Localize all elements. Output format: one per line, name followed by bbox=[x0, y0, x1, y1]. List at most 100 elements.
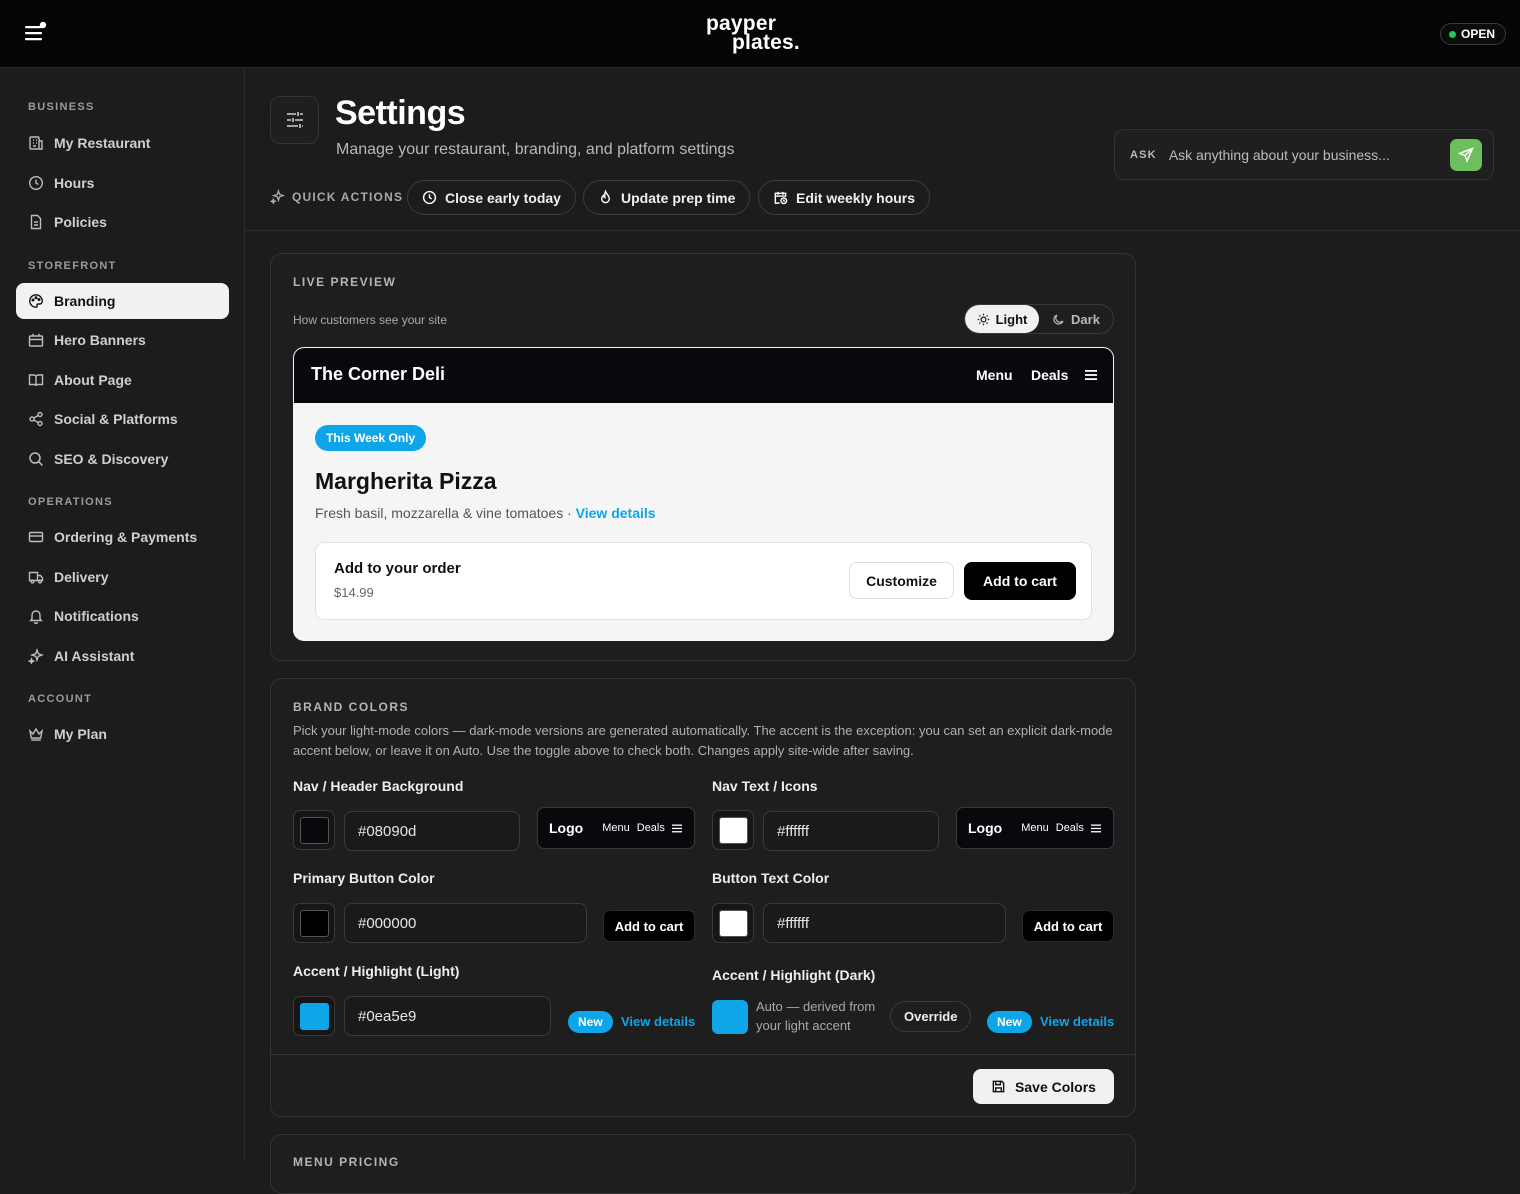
sidebar-item-ordering-payments[interactable]: Ordering & Payments bbox=[16, 519, 229, 555]
menu-pricing-title: MENU PRICING bbox=[293, 1155, 400, 1169]
menu-icon[interactable] bbox=[22, 20, 50, 46]
status-badge[interactable]: OPEN bbox=[1440, 23, 1507, 45]
sparkles-icon bbox=[270, 189, 285, 204]
top-bar: payper plates. OPEN bbox=[0, 0, 1520, 68]
sidebar-item-policies[interactable]: Policies bbox=[16, 204, 229, 240]
sidebar-item-delivery[interactable]: Delivery bbox=[16, 559, 229, 595]
bell-icon bbox=[28, 608, 44, 624]
close-early-today-button[interactable]: Close early today bbox=[407, 180, 576, 215]
sidebar-item-about-page[interactable]: About Page bbox=[16, 362, 229, 398]
search-icon bbox=[28, 451, 44, 467]
button-text-swatch[interactable] bbox=[712, 903, 754, 943]
palette-icon bbox=[28, 293, 44, 309]
brand-colors-title: BRAND COLORS bbox=[293, 700, 409, 714]
sidebar-section-account: ACCOUNT bbox=[28, 693, 93, 705]
edit-weekly-hours-button[interactable]: Edit weekly hours bbox=[758, 180, 931, 215]
page-title: Settings bbox=[335, 94, 466, 132]
sidebar-item-ai-assistant[interactable]: AI Assistant bbox=[16, 638, 229, 674]
preview-add-to-cart-button[interactable]: Add to cart bbox=[964, 562, 1076, 600]
preview-badge: This Week Only bbox=[315, 425, 427, 451]
flame-icon bbox=[598, 190, 613, 205]
preview-customize-button[interactable]: Customize bbox=[849, 562, 954, 599]
brand-colors-description: Pick your light-mode colors — dark-mode … bbox=[293, 723, 1113, 758]
primary-button-preview[interactable]: Add to cart bbox=[603, 910, 695, 942]
brand-colors-card: BRAND COLORS Pick your light-mode colors… bbox=[270, 678, 1136, 1117]
sidebar-item-my-plan[interactable]: My Plan bbox=[16, 716, 229, 752]
primary-button-hex-input[interactable] bbox=[344, 903, 587, 943]
sidebar-section-storefront: STOREFRONT bbox=[28, 260, 117, 272]
hamburger-icon[interactable] bbox=[1084, 369, 1098, 381]
sun-icon bbox=[977, 313, 990, 326]
hamburger-icon bbox=[1090, 824, 1101, 833]
nav-text-swatch[interactable] bbox=[712, 810, 754, 850]
accent-light-view-details-link[interactable]: View details bbox=[621, 1014, 695, 1029]
live-preview-caption: How customers see your site bbox=[293, 313, 448, 327]
card-divider bbox=[271, 1054, 1135, 1055]
button-text-hex-input[interactable] bbox=[763, 903, 1006, 943]
accent-dark-label: Accent / Highlight (Dark) bbox=[712, 967, 876, 983]
live-preview-card: LIVE PREVIEW How customers see your site… bbox=[270, 253, 1136, 661]
primary-button-swatch[interactable] bbox=[293, 903, 335, 943]
preview-item-description: Fresh basil, mozzarella & vine tomatoes … bbox=[315, 505, 656, 521]
ask-label: ASK bbox=[1130, 148, 1157, 161]
sidebar-item-social-platforms[interactable]: Social & Platforms bbox=[16, 401, 229, 437]
button-text-preview[interactable]: Add to cart bbox=[1022, 910, 1114, 942]
hamburger-icon bbox=[671, 824, 682, 833]
calendar-clock-icon bbox=[773, 190, 788, 205]
preview-order-price: $14.99 bbox=[334, 585, 374, 600]
accent-dark-swatch bbox=[712, 1000, 748, 1034]
nav-text-mini-preview: Logo Menu Deals bbox=[956, 807, 1114, 849]
preview-nav: The Corner Deli Menu Deals bbox=[294, 348, 1113, 403]
preview-nav-deals[interactable]: Deals bbox=[1031, 367, 1068, 383]
ask-bar: ASK bbox=[1114, 129, 1494, 180]
nav-text-label: Nav Text / Icons bbox=[712, 778, 818, 794]
clock-icon bbox=[28, 175, 44, 191]
preview-order-box: Add to your order $14.99 Customize Add t… bbox=[315, 542, 1092, 620]
header-divider bbox=[245, 230, 1520, 231]
sidebar-item-hours[interactable]: Hours bbox=[16, 165, 229, 201]
theme-light-option[interactable]: Light bbox=[965, 305, 1039, 333]
book-icon bbox=[28, 372, 44, 388]
nav-bg-hex-input[interactable] bbox=[344, 811, 520, 851]
accent-dark-new-badge: New bbox=[987, 1011, 1032, 1033]
preview-item-title: Margherita Pizza bbox=[315, 468, 497, 494]
accent-dark-view-details-link[interactable]: View details bbox=[1040, 1014, 1114, 1029]
sidebar-item-hero-banners[interactable]: Hero Banners bbox=[16, 322, 229, 358]
accent-light-swatch[interactable] bbox=[293, 996, 335, 1036]
menu-pricing-card: MENU PRICING bbox=[270, 1134, 1136, 1194]
preview-view-details-link[interactable]: View details bbox=[576, 505, 656, 521]
truck-icon bbox=[28, 569, 44, 585]
sidebar-item-notifications[interactable]: Notifications bbox=[16, 598, 229, 634]
send-icon[interactable] bbox=[1450, 139, 1482, 171]
sidebar-section-business: BUSINESS bbox=[28, 101, 95, 113]
page-subtitle: Manage your restaurant, branding, and pl… bbox=[336, 141, 735, 158]
ask-input[interactable] bbox=[1168, 146, 1439, 163]
app-logo[interactable]: payper plates. bbox=[706, 13, 816, 56]
sidebar-item-seo-discovery[interactable]: SEO & Discovery bbox=[16, 441, 229, 477]
share-icon bbox=[28, 411, 44, 427]
crown-icon bbox=[28, 726, 44, 742]
accent-light-new-badge: New bbox=[568, 1011, 613, 1033]
theme-dark-option[interactable]: Dark bbox=[1039, 305, 1113, 333]
preview-brand: The Corner Deli bbox=[311, 364, 446, 384]
document-icon bbox=[28, 214, 44, 230]
nav-bg-swatch[interactable] bbox=[293, 810, 335, 850]
settings-sliders-icon bbox=[270, 96, 319, 144]
sidebar-item-branding[interactable]: Branding bbox=[16, 283, 229, 319]
sidebar-item-my-restaurant[interactable]: My Restaurant bbox=[16, 125, 229, 161]
building-icon bbox=[28, 135, 44, 151]
save-colors-button[interactable]: Save Colors bbox=[973, 1069, 1114, 1104]
clock-icon bbox=[422, 190, 437, 205]
theme-toggle: Light Dark bbox=[964, 304, 1114, 334]
status-dot-icon bbox=[1449, 30, 1456, 38]
accent-light-hex-input[interactable] bbox=[344, 996, 551, 1036]
credit-card-icon bbox=[28, 529, 44, 545]
quick-actions-label: QUICK ACTIONS bbox=[270, 189, 403, 204]
update-prep-time-button[interactable]: Update prep time bbox=[583, 180, 751, 215]
nav-text-hex-input[interactable] bbox=[763, 811, 939, 851]
moon-icon bbox=[1052, 313, 1065, 326]
banner-icon bbox=[28, 332, 44, 348]
preview-nav-menu[interactable]: Menu bbox=[976, 367, 1013, 383]
accent-dark-override-button[interactable]: Override bbox=[890, 1001, 972, 1032]
preview-order-title: Add to your order bbox=[334, 560, 461, 577]
